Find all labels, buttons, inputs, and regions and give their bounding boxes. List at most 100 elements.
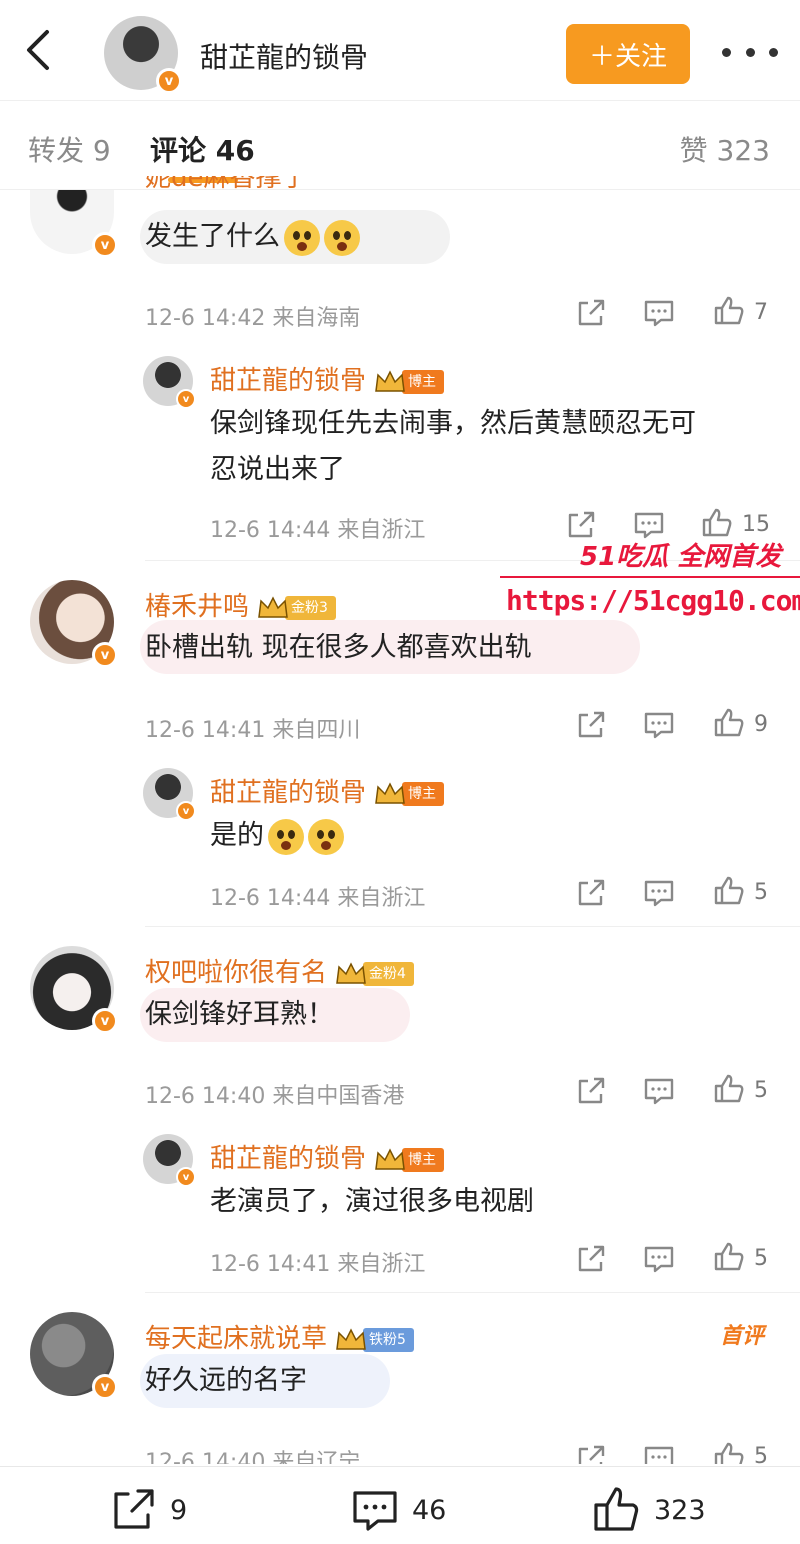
comment-icon[interactable] (642, 708, 676, 742)
like-count: 5 (754, 1078, 768, 1103)
comment-location: 来自辽宁 (272, 1450, 361, 1464)
comment-text-content: 发生了什么 (145, 221, 280, 252)
comment-username-text[interactable]: 椿禾井鸣 (145, 592, 249, 622)
share-icon[interactable] (574, 876, 608, 910)
watermark-line (500, 576, 800, 578)
comment-icon (353, 1491, 397, 1531)
like-icon (594, 1487, 639, 1531)
comment-meta: 12-6 14:40 来自辽宁 (145, 1444, 360, 1464)
comment-username: 每天起床就说草 铁粉5 (145, 1318, 414, 1355)
comment-meta: 12-6 14:41 来自四川 (145, 712, 360, 744)
verified-icon: v (176, 389, 196, 409)
page-title[interactable]: 甜芷龍的锁骨 (200, 36, 368, 76)
share-icon[interactable] (574, 1242, 608, 1276)
host-badge: 博主 (402, 781, 445, 806)
crown-icon (335, 1327, 367, 1353)
verified-icon: v (156, 68, 182, 94)
verified-icon: v (92, 642, 118, 668)
comment-time: 12-6 14:42 (145, 306, 266, 331)
follow-button[interactable]: ＋关注 (566, 24, 690, 84)
reply-text: 是的 (210, 816, 344, 856)
comment-username-text[interactable]: 每天起床就说草 (145, 1324, 327, 1354)
reply-location: 来自浙江 (337, 886, 426, 911)
comment-icon[interactable] (642, 1442, 676, 1464)
comment-location: 来自四川 (272, 718, 361, 743)
like-icon[interactable] (712, 706, 746, 740)
reply-location: 来自浙江 (337, 1252, 426, 1277)
reply-username: 甜芷龍的锁骨 博主 (210, 772, 445, 809)
reply-text: 老演员了，演过很多电视剧 (210, 1186, 534, 1217)
comment-text: 卧槽出轨 现在很多人都喜欢出轨 (145, 632, 532, 663)
comment-time: 12-6 14:40 (145, 1450, 266, 1464)
reply-meta: 12-6 14:44 来自浙江 (210, 512, 425, 544)
reply-location: 来自浙江 (337, 518, 426, 543)
reply-text-line2: 忍说出来了 (210, 454, 345, 485)
reply-username-text[interactable]: 甜芷龍的锁骨 (210, 778, 366, 808)
forward-count: 9 (170, 1494, 188, 1526)
comment-location: 来自中国香港 (272, 1084, 405, 1109)
comment-button[interactable]: 46 (350, 1485, 446, 1535)
commenter-avatar[interactable]: v (30, 190, 118, 258)
reply-username-text[interactable]: 甜芷龍的锁骨 (210, 366, 366, 396)
crown-icon (335, 961, 367, 987)
share-icon[interactable] (574, 1442, 608, 1464)
author-avatar[interactable]: v (104, 16, 182, 94)
top-bar: v 甜芷龍的锁骨 ＋关注 (0, 0, 800, 100)
fan-badge: 金粉4 (363, 961, 414, 986)
like-icon[interactable] (712, 294, 746, 328)
comment-username: 椿禾井鸣 金粉3 (145, 586, 336, 623)
back-arrow-icon[interactable] (18, 28, 58, 72)
like-count: 5 (754, 1444, 768, 1464)
first-comment-tag: 首评 (720, 1324, 765, 1349)
like-count: 9 (754, 712, 768, 737)
more-dots-icon[interactable] (722, 40, 778, 64)
share-icon[interactable] (574, 296, 608, 330)
reply-meta: 12-6 14:44 来自浙江 (210, 880, 425, 912)
reply-avatar[interactable]: v (143, 1134, 196, 1187)
like-icon[interactable] (712, 1072, 746, 1106)
like-icon[interactable] (712, 874, 746, 908)
tab-forward[interactable]: 转发 9 (28, 129, 111, 169)
like-icon[interactable] (712, 1440, 746, 1464)
reply-username: 甜芷龍的锁骨 博主 (210, 360, 445, 397)
comment-username[interactable]: 妮de麻香撑了 (145, 176, 308, 194)
tab-comments[interactable]: 评论 46 (150, 129, 255, 169)
commenter-avatar[interactable]: v (30, 946, 118, 1034)
reply-avatar[interactable]: v (143, 768, 196, 821)
comment-username-text[interactable]: 权吧啦你很有名 (145, 958, 327, 988)
watermark: 51吃瓜 全网首发 https://51cgg10.com (500, 530, 800, 626)
reply-username-text[interactable]: 甜芷龍的锁骨 (210, 1144, 366, 1174)
comment-meta: 12-6 14:42 来自海南 (145, 300, 360, 332)
reply-time: 12-6 14:44 (210, 518, 331, 543)
verified-icon: v (92, 1008, 118, 1034)
comment-icon[interactable] (642, 876, 676, 910)
share-icon[interactable] (574, 708, 608, 742)
like-count: 323 (654, 1494, 706, 1526)
comment-icon[interactable] (642, 1242, 676, 1276)
like-button[interactable]: 323 (592, 1485, 706, 1535)
share-icon (114, 1489, 154, 1529)
reply-username: 甜芷龍的锁骨 博主 (210, 1138, 445, 1175)
share-icon[interactable] (574, 1074, 608, 1108)
reply-avatar[interactable]: v (143, 356, 196, 409)
verified-icon: v (176, 801, 196, 821)
commenter-avatar[interactable]: v (30, 580, 118, 668)
verified-icon: v (92, 1374, 118, 1400)
tab-likes[interactable]: 赞 323 (680, 129, 770, 169)
reply-text-content: 是的 (210, 820, 264, 851)
comment-icon[interactable] (642, 296, 676, 330)
like-count: 7 (754, 300, 768, 325)
forward-button[interactable]: 9 (108, 1485, 187, 1535)
host-badge: 博主 (402, 1147, 445, 1172)
like-icon[interactable] (712, 1240, 746, 1274)
reply-time: 12-6 14:44 (210, 886, 331, 911)
comment-location: 来自海南 (272, 306, 361, 331)
like-count: 5 (754, 880, 768, 905)
comment-text: 保剑锋好耳熟！ (145, 999, 334, 1030)
watermark-headline: 51吃瓜 全网首发 (580, 542, 782, 572)
commenter-avatar[interactable]: v (30, 1312, 118, 1400)
fan-badge: 铁粉5 (363, 1327, 414, 1352)
fan-badge: 金粉3 (285, 595, 336, 620)
comment-icon[interactable] (642, 1074, 676, 1108)
host-badge: 博主 (402, 369, 445, 394)
